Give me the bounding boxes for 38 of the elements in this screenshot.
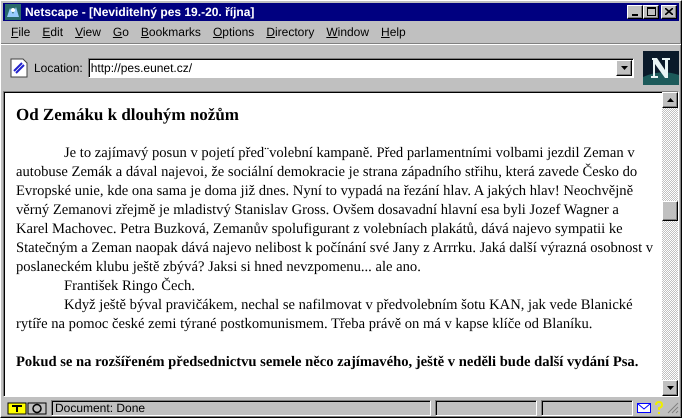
close-button[interactable]: [661, 4, 677, 19]
paragraph: Pokud se na rozšířeném předsednictvu semele něco zajímavého, ještě v neděli bude další vydání Psa.: [16, 353, 640, 372]
maximize-icon: [646, 7, 656, 16]
location-label: Location:: [34, 60, 83, 75]
paragraph: František Ringo Čech.: [63, 277, 196, 296]
resize-grip-icon[interactable]: [667, 402, 679, 414]
status-text: Document: Done: [51, 400, 431, 416]
minimize-icon: [632, 14, 638, 16]
close-icon: [665, 8, 673, 16]
menu-item[interactable]: File: [5, 24, 36, 39]
menu-item[interactable]: Edit: [36, 24, 70, 39]
minimize-button[interactable]: [627, 4, 643, 19]
paragraph: Je to zajímavý posun v pojetí před¨volební kampaně. Před parlamentními volbami jezdil Zeman v autobuse Zemák a dával najevoi, že sociální demokracie je strana západního střihu, která zavede Česko do Evropské unie, kde ona sama je doma již dnes. Nyní to vypadá na řezání hlav. A jakých hlav! Neochvějně věrný Zemanovi zřejmě je mladistvý Stanislav Gross. Ovšem dosavadní hlavní esa byli Jozef Wagner a Karel Machovec. Petra Buzková, Zemanův spolufigurant z volebníach plakátů, dává najevo sympatii ke Statečným a Zeman naopak dává najevo nelibost k počínání své Jany z Arrrku. Jaká další výrazná osobnost v poslaneckém klubu ještě zbývá? Jaksi si hned nevzpomenu... ale ano.: [16, 144, 654, 278]
menu-item[interactable]: Directory: [260, 24, 320, 39]
scroll-down-button[interactable]: [662, 380, 678, 396]
scroll-up-button[interactable]: [662, 92, 678, 108]
menu-item[interactable]: Go: [106, 24, 135, 39]
menu-item[interactable]: Help: [375, 24, 412, 39]
paragraph: Když ještě býval pravičákem, nechal se nafilmovat v předvolebním šotu KAN, jak vede Blanické rytíře na pomoc české zemi týrané postkomunismem. Třeba právě on má v kapse klíče od Blaníku.: [16, 296, 634, 334]
scrollbar[interactable]: [662, 92, 678, 396]
article-heading: Od Zemáku k dlouhým nožům: [16, 105, 240, 126]
dropdown-button[interactable]: [616, 60, 632, 76]
up-arrow-icon: [666, 98, 674, 102]
window-title: Netscape - [Neviditelný pes 19.-20. října]: [25, 4, 256, 19]
logo-icon[interactable]: [643, 50, 679, 85]
menu-item[interactable]: Options: [206, 24, 260, 39]
caret-icon: [620, 66, 628, 70]
bookmark-icon[interactable]: [9, 56, 29, 79]
security-icon[interactable]: [7, 401, 47, 416]
menu-item[interactable]: View: [69, 24, 107, 39]
mail-icon[interactable]: [637, 403, 651, 414]
menu-item[interactable]: Bookmarks: [134, 24, 207, 39]
location-field[interactable]: http://pes.eunet.cz/: [88, 58, 634, 78]
maximize-button[interactable]: [643, 4, 659, 19]
down-arrow-icon: [666, 386, 674, 390]
app-icon: [5, 4, 21, 20]
scroll-thumb[interactable]: [662, 201, 678, 222]
menu-item[interactable]: Window: [320, 24, 376, 39]
